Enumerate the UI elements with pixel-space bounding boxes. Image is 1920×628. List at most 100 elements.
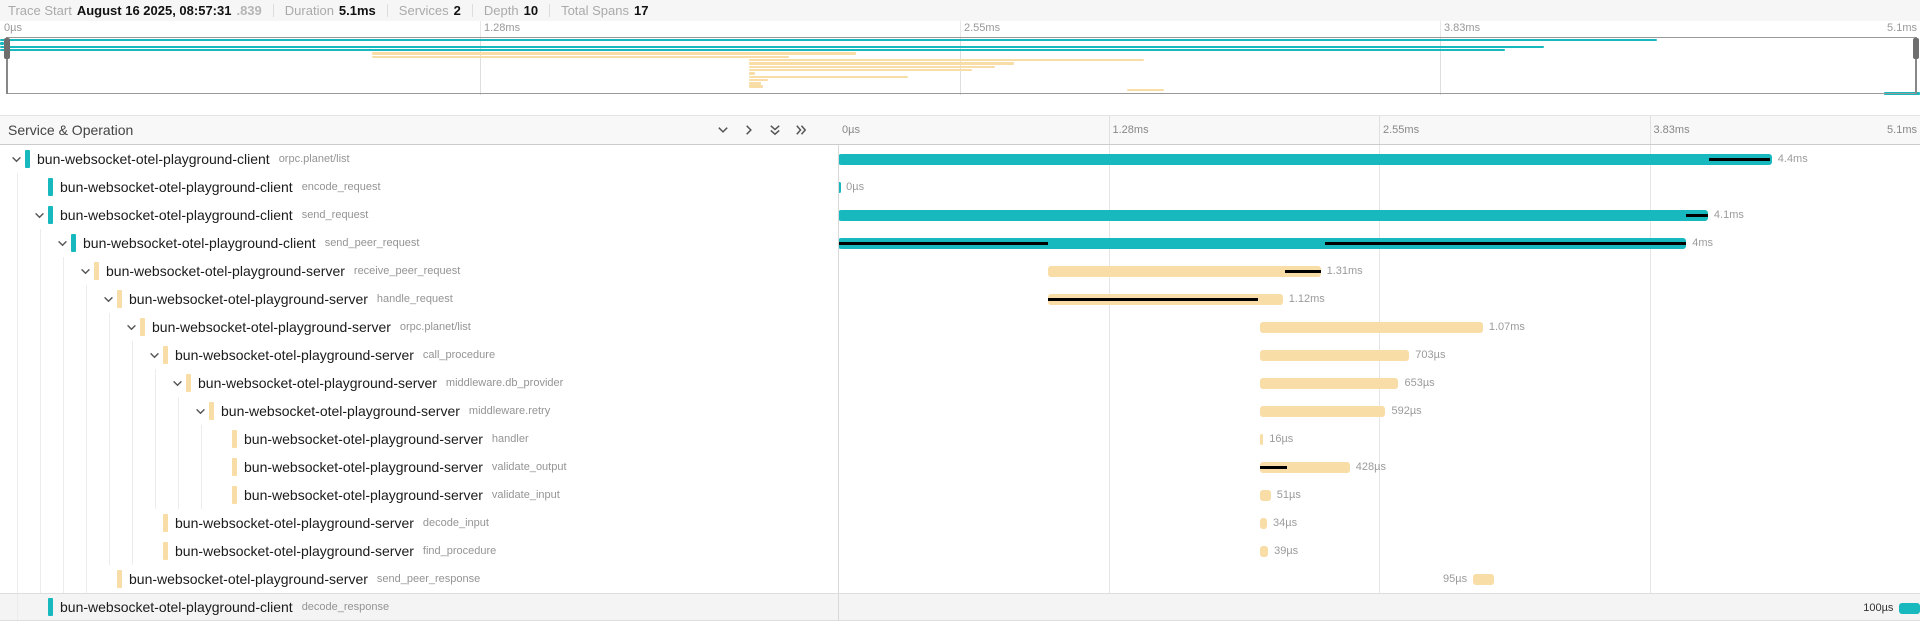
depth-label: Depth <box>484 3 519 18</box>
indent-guide <box>132 537 133 565</box>
trace-overview-minimap[interactable] <box>0 37 1920 95</box>
span-name-cell[interactable]: bun-websocket-otel-playground-servermidd… <box>0 397 838 425</box>
span-timeline-cell[interactable]: 428µs <box>838 453 1920 481</box>
span-timeline-cell[interactable]: 100µs <box>838 594 1920 620</box>
span-name-cell[interactable]: bun-websocket-otel-playground-clientsend… <box>0 229 838 257</box>
span-name-cell[interactable]: bun-websocket-otel-playground-clientenco… <box>0 173 838 201</box>
indent-guide <box>17 453 18 481</box>
expand-chevron-icon[interactable] <box>79 265 94 278</box>
collapse-one-icon[interactable] <box>742 123 756 137</box>
indent-guide <box>132 397 133 425</box>
span-name-cell[interactable]: bun-websocket-otel-playground-clientorpc… <box>0 145 838 173</box>
service-color-chip <box>186 374 191 392</box>
expand-chevron-icon[interactable] <box>194 405 209 418</box>
expand-all-icon[interactable] <box>768 123 782 137</box>
expand-chevron-icon[interactable] <box>148 349 163 362</box>
span-duration-label: 428µs <box>1356 461 1386 473</box>
indent-guide <box>17 257 18 285</box>
expand-chevron-icon[interactable] <box>10 153 25 166</box>
span-name-cell[interactable]: bun-websocket-otel-playground-serverhand… <box>0 285 838 313</box>
service-name: bun-websocket-otel-playground-server <box>152 319 391 335</box>
minimap-left-scrubber[interactable] <box>6 37 8 94</box>
span-row: bun-websocket-otel-playground-clientsend… <box>0 201 1920 229</box>
indent-guide <box>109 397 110 425</box>
span-name-cell[interactable]: bun-websocket-otel-playground-serverhand… <box>0 425 838 453</box>
indent-guide <box>17 565 18 593</box>
span-timeline-cell[interactable]: 0µs <box>838 173 1920 201</box>
span-name-cell[interactable]: bun-websocket-otel-playground-serverfind… <box>0 537 838 565</box>
expand-chevron-icon[interactable] <box>56 237 71 250</box>
service-operation-header: Service & Operation <box>0 116 838 144</box>
span-timeline-cell[interactable]: 51µs <box>838 481 1920 509</box>
service-color-chip <box>232 486 237 504</box>
span-name-cell[interactable]: bun-websocket-otel-playground-servervali… <box>0 481 838 509</box>
indent-guide <box>63 341 64 369</box>
expand-chevron-icon[interactable] <box>33 209 48 222</box>
span-name-cell[interactable]: bun-websocket-otel-playground-serverdeco… <box>0 509 838 537</box>
span-timeline-cell[interactable]: 95µs <box>838 565 1920 593</box>
span-timeline-cell[interactable]: 592µs <box>838 397 1920 425</box>
operation-name: middleware.retry <box>469 405 550 417</box>
span-name-cell[interactable]: bun-websocket-otel-playground-servervali… <box>0 453 838 481</box>
span-duration-label: 653µs <box>1404 377 1434 389</box>
span-name-cell[interactable]: bun-websocket-otel-playground-servercall… <box>0 341 838 369</box>
indent-guide <box>109 509 110 537</box>
span-timeline-cell[interactable]: 4.4ms <box>838 145 1920 173</box>
span-bar[interactable] <box>1048 266 1321 277</box>
column-resizer[interactable] <box>838 145 839 621</box>
span-bar[interactable] <box>1260 378 1398 389</box>
span-timeline-cell[interactable]: 34µs <box>838 509 1920 537</box>
critical-path-segment <box>1709 158 1770 161</box>
span-name-cell[interactable]: bun-websocket-otel-playground-serversend… <box>0 565 838 593</box>
span-duration-label: 1.07ms <box>1489 321 1525 333</box>
minimap-right-scrubber[interactable] <box>1915 37 1917 94</box>
collapse-all-icon[interactable] <box>794 123 808 137</box>
service-name: bun-websocket-otel-playground-client <box>60 599 293 615</box>
ruler-tick-label: 2.55ms <box>964 22 1000 34</box>
span-timeline-cell[interactable]: 39µs <box>838 537 1920 565</box>
span-row: bun-websocket-otel-playground-serverrece… <box>0 257 1920 285</box>
span-bar[interactable] <box>1260 518 1267 529</box>
span-name-cell[interactable]: bun-websocket-otel-playground-client deco… <box>0 594 838 620</box>
span-bar[interactable] <box>1260 322 1483 333</box>
expand-one-icon[interactable] <box>716 123 730 137</box>
span-bar[interactable] <box>1260 350 1409 361</box>
span-name-cell[interactable]: bun-websocket-otel-playground-clientsend… <box>0 201 838 229</box>
expand-chevron-icon[interactable] <box>125 321 140 334</box>
span-timeline-cell[interactable]: 1.07ms <box>838 313 1920 341</box>
duration-value: 5.1ms <box>339 3 376 18</box>
indent-guide <box>132 425 133 453</box>
span-timeline-cell[interactable]: 1.12ms <box>838 285 1920 313</box>
span-bar[interactable] <box>1260 406 1386 417</box>
span-timeline-cell[interactable]: 703µs <box>838 341 1920 369</box>
span-duration-label: 4ms <box>1692 237 1713 249</box>
span-name-cell[interactable]: bun-websocket-otel-playground-servermidd… <box>0 369 838 397</box>
indent-guide <box>40 453 41 481</box>
span-timeline-cell[interactable]: 1.31ms <box>838 257 1920 285</box>
minimap-right-scrubber-grip[interactable] <box>1913 38 1919 59</box>
service-name: bun-websocket-otel-playground-server <box>175 515 414 531</box>
span-timeline-cell[interactable]: 16µs <box>838 425 1920 453</box>
span-timeline-cell[interactable]: 4ms <box>838 229 1920 257</box>
minimap-left-scrubber-grip[interactable] <box>4 38 10 59</box>
span-bar[interactable] <box>1260 546 1268 557</box>
span-bar[interactable] <box>1260 434 1263 445</box>
minimap-viewport[interactable] <box>6 37 1917 94</box>
span-bar[interactable] <box>838 210 1708 221</box>
expand-chevron-icon[interactable] <box>171 377 186 390</box>
operation-name: decode_response <box>302 601 389 613</box>
span-timeline-cell[interactable]: 653µs <box>838 369 1920 397</box>
span-name-cell[interactable]: bun-websocket-otel-playground-serverorpc… <box>0 313 838 341</box>
span-duration-label: 592µs <box>1391 405 1421 417</box>
span-bar[interactable] <box>1899 603 1920 614</box>
span-bar[interactable] <box>1260 490 1271 501</box>
expand-chevron-icon[interactable] <box>102 293 117 306</box>
span-timeline-cell[interactable]: 4.1ms <box>838 201 1920 229</box>
critical-path-segment <box>1260 466 1287 469</box>
service-name: bun-websocket-otel-playground-client <box>60 207 293 223</box>
trace-start-label: Trace Start <box>8 3 72 18</box>
span-bar[interactable] <box>838 154 1772 165</box>
span-name-cell[interactable]: bun-websocket-otel-playground-serverrece… <box>0 257 838 285</box>
span-bar[interactable] <box>1473 574 1494 585</box>
span-row: bun-websocket-otel-playground-serverdeco… <box>0 509 1920 537</box>
